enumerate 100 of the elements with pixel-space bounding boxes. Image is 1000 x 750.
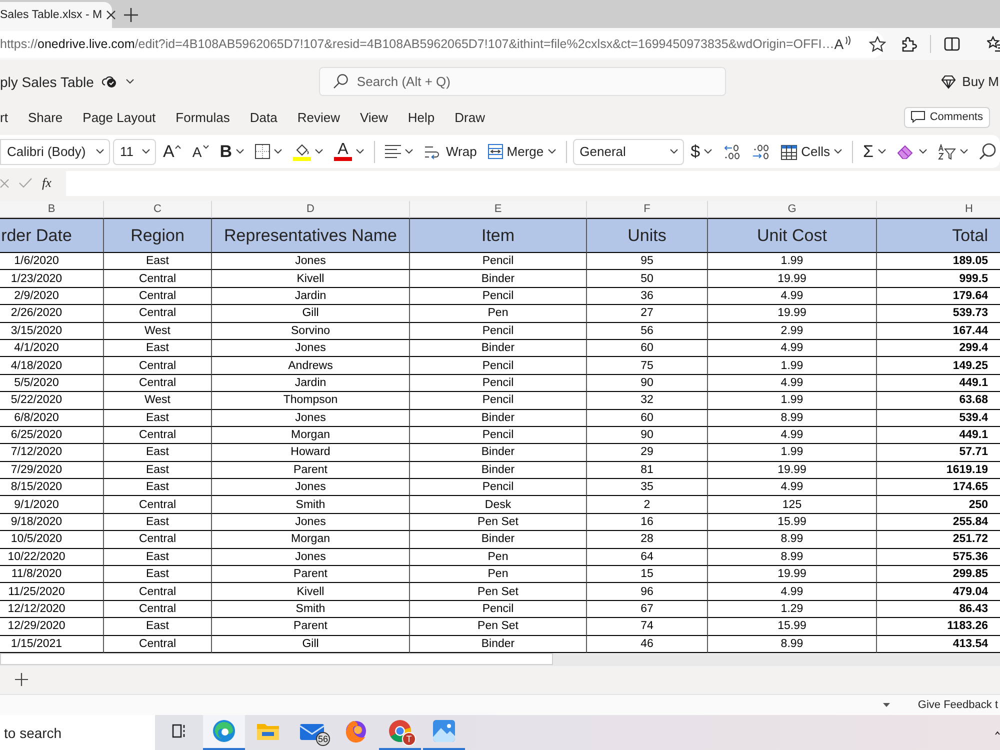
plus-icon[interactable]: [124, 8, 138, 22]
table-cell: Gill: [212, 305, 410, 323]
table-cell: Jones: [212, 340, 410, 358]
table-cell: 2.99: [708, 322, 877, 340]
caret-icon: [314, 149, 323, 154]
table-cell: Jones: [212, 410, 410, 427]
number-format-select[interactable]: General: [572, 138, 684, 164]
column-header[interactable]: H: [877, 201, 1000, 218]
file-name[interactable]: ply Sales Table: [0, 74, 94, 90]
table-cell: Sorvino: [212, 322, 410, 340]
ribbon-tab[interactable]: View: [350, 105, 398, 129]
table-cell: Binder: [410, 410, 587, 427]
taskbar-search-field[interactable]: to search: [0, 714, 155, 750]
grow-font-button[interactable]: A: [159, 138, 186, 164]
ribbon-tab[interactable]: Draw: [444, 105, 495, 129]
star-list-icon[interactable]: [987, 36, 1000, 52]
column-header[interactable]: E: [410, 201, 587, 218]
table-cell: Pen Set: [410, 583, 587, 601]
read-aloud-button[interactable]: A: [834, 36, 851, 52]
ribbon-tab[interactable]: Formulas: [166, 105, 240, 129]
buy-button[interactable]: Buy M: [941, 74, 999, 89]
table-cell: Thompson: [212, 392, 410, 410]
table-cell: Pen: [410, 566, 587, 584]
table-cell: 95: [587, 253, 708, 270]
table-cell: 539.73: [877, 305, 1000, 323]
ribbon-tab[interactable]: Review: [287, 105, 350, 129]
table-cell: 86.43: [877, 600, 1000, 618]
column-header[interactable]: D: [212, 201, 410, 218]
table-cell: 4/18/2020: [0, 357, 104, 375]
add-sheet-icon[interactable]: [15, 673, 28, 686]
caret-up-icon: [175, 144, 182, 148]
taskbar-button[interactable]: 56: [291, 714, 333, 750]
table-cell: 449.1: [877, 426, 1000, 444]
table-cell: 60: [587, 410, 708, 427]
currency-button[interactable]: $: [686, 138, 716, 164]
font-size-select[interactable]: 11: [113, 138, 156, 164]
table-cell: 57.71: [877, 444, 1000, 462]
table-cell: Central: [104, 583, 212, 601]
taskbar-button[interactable]: T: [379, 714, 421, 750]
table-cell: Pen: [410, 548, 587, 566]
merge-button[interactable]: Merge: [484, 138, 560, 164]
caret-icon[interactable]: [882, 702, 890, 707]
ribbon-tab[interactable]: Data: [240, 105, 288, 129]
column-header[interactable]: B: [0, 201, 104, 218]
caret-down-icon: [202, 144, 209, 148]
table-cell: 15.99: [708, 514, 877, 532]
table-cell: 1619.19: [877, 462, 1000, 480]
chevron-up-icon[interactable]: [995, 730, 1000, 735]
cells-button[interactable]: Cells: [777, 138, 846, 164]
search-field[interactable]: Search (Alt + Q): [318, 67, 726, 96]
ribbon-tab[interactable]: rt: [0, 105, 18, 129]
table-cell: East: [104, 253, 212, 270]
puzzle-icon[interactable]: [901, 36, 917, 52]
table-cell: 4.99: [708, 426, 877, 444]
table-cell: Pencil: [410, 322, 587, 340]
comment-icon: [910, 111, 925, 123]
header-cell: Total: [877, 218, 1000, 253]
caret-icon: [548, 149, 556, 154]
star-icon[interactable]: [868, 36, 886, 52]
font-select[interactable]: Calibri (Body): [0, 138, 110, 164]
table-cell: 1183.26: [877, 618, 1000, 636]
table-cell: Morgan: [212, 426, 410, 444]
table-cell: 149.25: [877, 357, 1000, 375]
comments-button[interactable]: Comments: [904, 106, 990, 128]
ribbon-tab[interactable]: Share: [18, 105, 73, 129]
bold-button[interactable]: B: [216, 138, 248, 164]
close-icon[interactable]: [106, 10, 116, 20]
table-cell: 19.99: [708, 270, 877, 288]
scrollbar-thumb[interactable]: [0, 652, 553, 665]
table-cell: 15: [587, 566, 708, 584]
table-cell: Jardin: [212, 374, 410, 392]
table-cell: East: [104, 514, 212, 532]
table-cell: 11/8/2020: [0, 566, 104, 584]
shrink-font-button[interactable]: A: [188, 138, 213, 164]
table-cell: Central: [104, 305, 212, 323]
table-cell: 5/22/2020: [0, 392, 104, 410]
address-field[interactable]: https://onedrive.live.com/edit?id=4B108AB5962065D7!107&resid=4B108AB5962065D7!107&ithint=file%2cxlsx&ct=1699450973835&wdOrigin=OFFI…A: [0, 30, 885, 58]
wrap-text-button[interactable]: Wrap: [420, 138, 481, 164]
table-cell: 19.99: [708, 305, 877, 323]
column-header[interactable]: C: [104, 201, 212, 218]
ribbon-tab[interactable]: Page Layout: [72, 105, 166, 129]
table-cell: Jones: [212, 479, 410, 496]
color-bar-icon: [334, 157, 352, 161]
insert-function-button[interactable]: fx: [42, 175, 52, 191]
table-cell: 16: [587, 514, 708, 532]
column-header[interactable]: F: [587, 201, 708, 218]
table-cell: Parent: [212, 566, 410, 584]
give-feedback-link[interactable]: Give Feedback t: [918, 698, 998, 711]
table-cell: 1/23/2020: [0, 270, 104, 288]
check-icon[interactable]: [19, 178, 32, 188]
diamond-icon: [941, 74, 956, 88]
column-header[interactable]: G: [708, 201, 877, 218]
table-cell: Kivell: [212, 583, 410, 601]
ribbon-tab[interactable]: Help: [398, 105, 445, 129]
font-color-button[interactable]: A: [330, 138, 368, 164]
table-cell: 75: [587, 357, 708, 375]
table-cell: 1.29: [708, 600, 877, 618]
split-screen-icon[interactable]: [944, 36, 960, 52]
table-cell: East: [104, 548, 212, 566]
sum-button[interactable]: Σ: [859, 138, 890, 164]
